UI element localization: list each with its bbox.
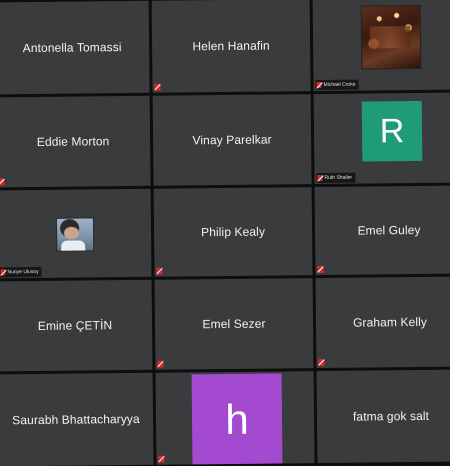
participant-tile-vinay-parelkar[interactable]: Vinay Parelkar: [152, 94, 312, 186]
participant-name: Emel Sezer: [202, 316, 266, 332]
participant-name: Vinay Parelkar: [192, 132, 272, 148]
participant-name: Nuriye Ulusoy: [7, 268, 39, 276]
participant-name: Saurabh Bhattacharyya: [12, 411, 140, 428]
participant-tile-ruth-shailer[interactable]: R Ruth Shailer: [313, 92, 450, 185]
muted-mic-icon: [154, 83, 161, 91]
participant-name: Philip Kealy: [201, 224, 266, 240]
muted-mic-icon: [316, 81, 322, 89]
participant-tile-saurabh-bhattacharyya[interactable]: Saurabh Bhattacharyya: [0, 372, 154, 466]
participant-name: Michael Croke: [323, 81, 356, 88]
participant-tile-antonella-tomassi[interactable]: Antonella Tomassi: [0, 0, 150, 95]
participant-tile-graham-kelly[interactable]: Graham Kelly: [315, 276, 450, 369]
participant-name: Graham Kelly: [352, 314, 428, 330]
participant-tile-philip-kealy[interactable]: Philip Kealy: [153, 187, 313, 277]
participant-tile-michael-croke[interactable]: Michael Croke: [312, 0, 450, 92]
muted-mic-icon: [0, 269, 6, 276]
name-tag: Nuriye Ulusoy: [0, 266, 42, 278]
participant-tile-emine-cetin[interactable]: Emine ÇETİN: [0, 279, 153, 372]
muted-mic-icon: [317, 174, 323, 182]
participant-name: Ruth Shailer: [324, 174, 353, 181]
participant-name: Emine ÇETİN: [37, 318, 113, 333]
muted-mic-icon: [158, 455, 165, 463]
name-tag: Ruth Shailer: [316, 172, 356, 184]
participant-name: Eddie Morton: [36, 134, 110, 149]
avatar: [55, 217, 95, 252]
participant-name: Emel Guley: [357, 222, 421, 238]
avatar: R: [361, 100, 423, 162]
video-feed: [360, 4, 422, 70]
participant-tile-fatma-gok-salt[interactable]: fatma gok salt: [316, 369, 450, 464]
participant-tile-eddie-morton[interactable]: Eddie Morton: [0, 95, 151, 188]
participant-tile-nuriye-ulusoy[interactable]: Nuriye Ulusoy: [0, 188, 152, 279]
muted-mic-icon: [0, 178, 5, 186]
muted-mic-icon: [156, 267, 163, 275]
muted-mic-icon: [317, 265, 324, 274]
participant-tile-h[interactable]: h: [155, 371, 315, 465]
participant-tile-emel-guley[interactable]: Emel Guley: [314, 185, 450, 276]
name-tag: Michael Croke: [315, 79, 359, 91]
participant-name: fatma gok salt: [352, 408, 430, 424]
avatar: h: [191, 373, 283, 465]
participant-tile-emel-sezer[interactable]: Emel Sezer: [154, 278, 314, 370]
muted-mic-icon: [318, 358, 325, 367]
participant-name: Helen Hanafin: [192, 38, 270, 54]
participant-tile-helen-hanafin[interactable]: Helen Hanafin: [151, 0, 311, 93]
muted-mic-icon: [157, 360, 164, 368]
participant-grid: Antonella Tomassi Helen Hanafin Michael …: [0, 0, 450, 466]
participant-name: Antonella Tomassi: [22, 40, 122, 56]
